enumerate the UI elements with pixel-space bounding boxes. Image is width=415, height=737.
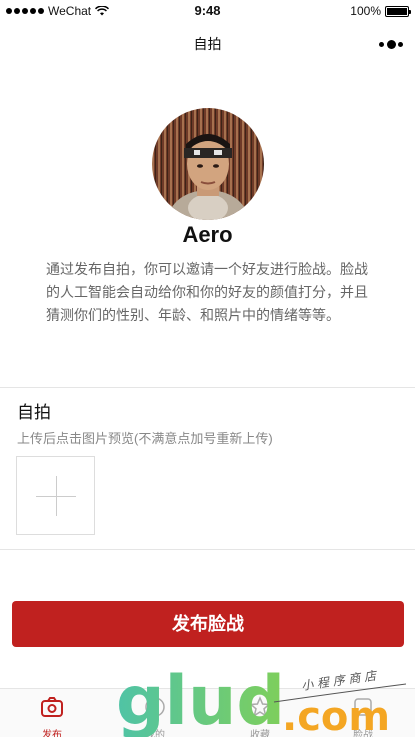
upload-hint: 上传后点击图片预览(不满意点加号重新上传) <box>17 431 273 446</box>
plus-icon <box>56 476 57 516</box>
avatar <box>152 108 264 220</box>
intro-text: 通过发布自拍，你可以邀请一个好友进行脸战。脸战的人工智能会自动给你和你的好友的颜… <box>46 261 368 323</box>
section-title: 自拍 <box>17 403 51 422</box>
tab-label: 发布 <box>42 730 62 737</box>
divider <box>0 387 415 388</box>
battery-icon <box>385 5 411 17</box>
battery-percent: 100% <box>350 4 381 18</box>
nav-bar: 自拍 <box>0 22 415 64</box>
status-right: 100% <box>350 4 411 18</box>
watermark-logo: glud .com 小 程 序 商 店 <box>116 662 407 737</box>
more-dot-icon <box>386 39 396 49</box>
watermark-brand: glud <box>116 662 285 737</box>
watermark-domain: .com <box>282 694 390 737</box>
divider <box>0 549 415 550</box>
username: Aero <box>182 222 233 247</box>
add-photo-button[interactable] <box>16 456 95 535</box>
camera-icon <box>41 697 63 717</box>
more-menu-button[interactable] <box>379 38 403 50</box>
publish-battle-button[interactable]: 发布脸战 <box>12 601 404 647</box>
more-dot-icon <box>379 41 384 47</box>
more-dot-icon <box>398 41 403 47</box>
tab-publish[interactable]: 发布 <box>12 689 92 737</box>
status-bar: WeChat 9:48 100% <box>0 0 415 22</box>
page-title: 自拍 <box>193 36 222 52</box>
avatar-photo <box>152 108 264 220</box>
